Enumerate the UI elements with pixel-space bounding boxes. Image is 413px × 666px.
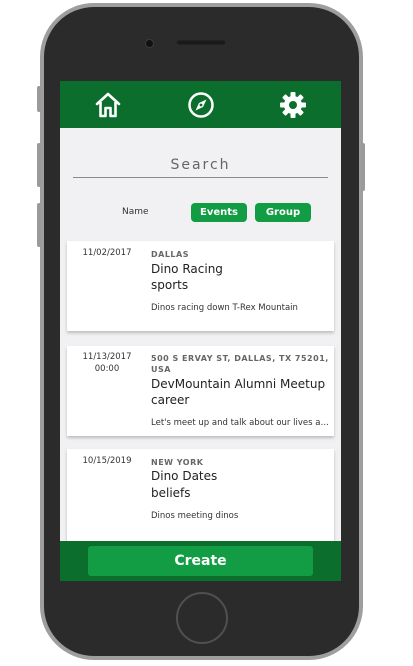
event-category: sports [151, 278, 189, 292]
top-nav [60, 81, 341, 128]
event-title: DevMountain Alumni Meetup [151, 377, 326, 391]
event-location: DALLAS [151, 250, 189, 259]
phone-volume-up [37, 143, 41, 187]
gear-icon[interactable] [276, 88, 310, 122]
event-date: 11/02/2017 [82, 248, 132, 258]
phone-power-button [361, 143, 365, 191]
phone-volume-down [37, 203, 41, 247]
filter-name-label: Name [122, 207, 149, 217]
phone-earpiece [176, 40, 226, 45]
event-category: beliefs [151, 486, 191, 500]
event-card[interactable]: 10/15/2019 NEW YORK Dino Dates beliefs D… [67, 449, 334, 549]
event-description: Let's meet up and talk about our lives a… [151, 418, 331, 428]
search-bar [73, 153, 328, 178]
event-description: Dinos racing down T-Rex Mountain [151, 303, 298, 313]
compass-icon[interactable] [184, 88, 218, 122]
event-time: 00:00 [94, 364, 120, 374]
event-date: 11/13/2017 [82, 352, 132, 362]
app-screen: Name Events Group 11/02/2017 DALLAS Dino… [60, 81, 341, 581]
search-input[interactable] [73, 153, 328, 177]
group-filter-button[interactable]: Group [255, 203, 311, 222]
event-location: 500 S ERVAY ST, DALLAS, TX 75201, USA [151, 354, 329, 374]
event-location: NEW YORK [151, 458, 204, 467]
phone-mute-switch [37, 86, 41, 112]
home-icon[interactable] [91, 88, 125, 122]
event-description: Dinos meeting dinos [151, 511, 239, 521]
events-filter-button[interactable]: Events [191, 203, 247, 222]
event-title: Dino Racing [151, 262, 223, 276]
event-category: career [151, 393, 190, 407]
event-title: Dino Dates [151, 469, 218, 483]
event-card[interactable]: 11/13/2017 00:00 500 S ERVAY ST, DALLAS,… [67, 346, 334, 436]
create-button[interactable]: Create [88, 546, 313, 576]
event-date: 10/15/2019 [82, 456, 132, 466]
event-card[interactable]: 11/02/2017 DALLAS Dino Racing sports Din… [67, 241, 334, 331]
phone-home-button[interactable] [176, 592, 228, 644]
footer-bar: Create [60, 541, 341, 581]
phone-camera [145, 39, 154, 48]
